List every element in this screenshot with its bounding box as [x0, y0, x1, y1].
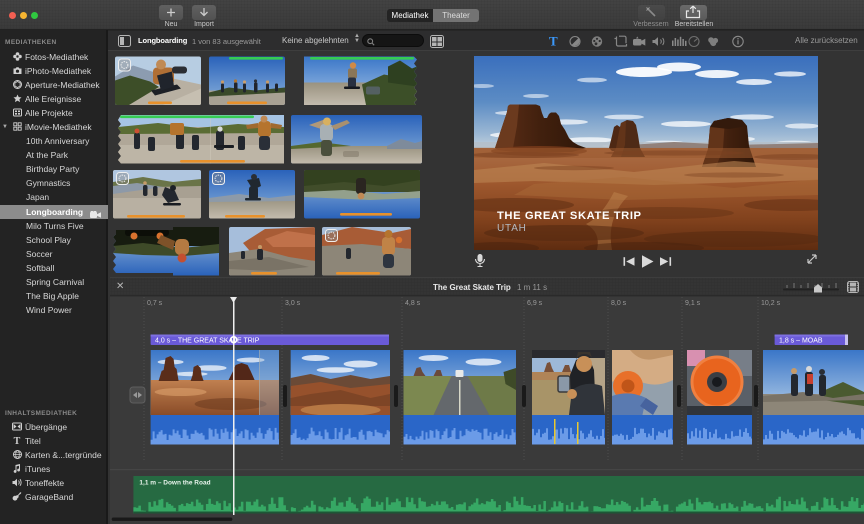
svg-text:8,0 s: 8,0 s [611, 300, 627, 307]
svg-text:4,8 s: 4,8 s [405, 300, 421, 307]
svg-text:6,9 s: 6,9 s [527, 300, 543, 307]
svg-text:0,7 s: 0,7 s [147, 300, 163, 307]
svg-text:UTAH: UTAH [497, 223, 527, 234]
svg-text:1,8 s – MOAB: 1,8 s – MOAB [779, 338, 823, 345]
svg-text:1,1 m – Down the Road: 1,1 m – Down the Road [139, 480, 210, 487]
svg-text:3,0 s: 3,0 s [285, 300, 301, 307]
svg-text:4,0 s – THE GREAT SKATE TRIP: 4,0 s – THE GREAT SKATE TRIP [155, 338, 260, 345]
svg-text:T: T [549, 34, 558, 49]
svg-text:10,2 s: 10,2 s [761, 300, 781, 307]
svg-text:9,1 s: 9,1 s [685, 300, 701, 307]
svg-text:THE GREAT SKATE TRIP: THE GREAT SKATE TRIP [497, 210, 642, 222]
